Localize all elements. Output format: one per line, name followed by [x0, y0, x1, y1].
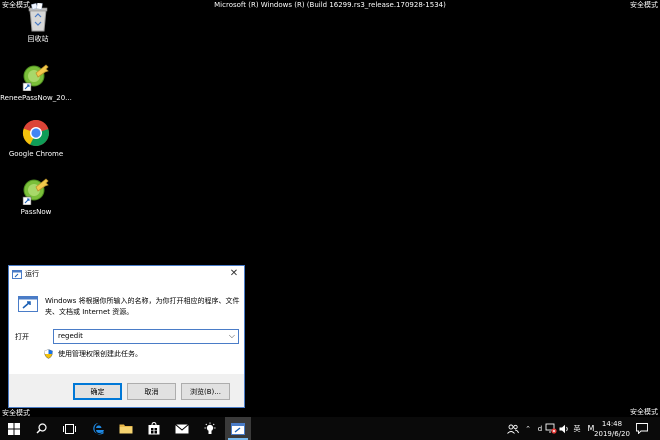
dialog-footer: 确定 取消 浏览(B)... — [9, 374, 244, 407]
run-description: Windows 将根据你所输入的名称，为你打开相应的程序、文件夹、文档或 Int… — [45, 297, 240, 316]
tray-people-button[interactable] — [506, 417, 520, 440]
task-view-button[interactable] — [56, 417, 82, 440]
browse-button[interactable]: 浏览(B)... — [181, 383, 230, 400]
taskbar-edge[interactable] — [85, 417, 111, 440]
search-icon — [36, 423, 47, 434]
network-disconnected-icon — [545, 423, 557, 434]
tray-ime-button[interactable]: 英 — [570, 417, 584, 440]
run-program-icon — [18, 296, 38, 316]
task-view-icon — [62, 423, 76, 434]
run-app-icon — [231, 422, 245, 435]
run-dialog: 运行 ✕ Windows 将根据你所输入的名称，为你打开相应的程序、文件夹、文档… — [8, 265, 245, 408]
mail-icon — [175, 423, 189, 434]
taskbar-run[interactable] — [225, 417, 251, 440]
notification-icon — [636, 423, 648, 434]
safe-mode-watermark-bottom-right: 安全模式 — [630, 408, 658, 416]
ime-label: 英 — [573, 424, 581, 433]
open-combobox[interactable]: regedit ⌵ — [53, 329, 239, 344]
passnow-key-icon — [22, 63, 50, 92]
folder-icon — [119, 423, 133, 434]
chevron-down-icon[interactable]: ⌵ — [229, 331, 235, 341]
run-dialog-title: 运行 — [25, 270, 39, 278]
chevron-up-icon: ⌃ — [525, 424, 531, 433]
taskbar-tips[interactable] — [197, 417, 223, 440]
run-app-icon — [12, 269, 22, 279]
edge-icon — [92, 422, 105, 435]
close-button[interactable]: ✕ — [228, 268, 240, 280]
taskbar-file-explorer[interactable] — [113, 417, 139, 440]
store-bag-icon — [148, 422, 160, 435]
taskbar-mail[interactable] — [169, 417, 195, 440]
desktop-icon-passnow[interactable]: PassNow — [0, 177, 74, 216]
action-center-button[interactable] — [635, 417, 649, 440]
desktop-icon-label: 回收站 — [27, 35, 49, 43]
open-label: 打开 — [15, 333, 29, 341]
build-watermark: Microsoft (R) Windows (R) (Build 16299.r… — [214, 1, 446, 9]
clock[interactable]: 14:48 2019/6/20 — [592, 419, 632, 439]
tray-volume-button[interactable] — [558, 417, 570, 440]
admin-note: 使用管理权限创建此任务。 — [44, 349, 142, 359]
uac-shield-icon — [44, 349, 53, 359]
recycle-bin-icon — [24, 2, 52, 32]
cancel-button[interactable]: 取消 — [127, 383, 176, 400]
desktop-icon-label: ReneePassNow_20... — [0, 94, 72, 102]
tray-network-button[interactable] — [544, 417, 558, 440]
tray-d-label: d — [537, 424, 543, 433]
desktop-icon-google-chrome[interactable]: Google Chrome — [0, 119, 74, 158]
lightbulb-icon — [203, 422, 217, 436]
windows-logo-icon — [8, 422, 20, 435]
taskbar-store[interactable] — [141, 417, 167, 440]
passnow-key-icon — [22, 177, 50, 206]
desktop-icon-label: PassNow — [20, 208, 52, 216]
start-button[interactable] — [1, 417, 27, 440]
clock-date: 2019/6/20 — [594, 430, 630, 438]
desktop-icon-recycle-bin[interactable]: 回收站 — [0, 2, 76, 44]
desktop-icon-reneepassnow[interactable]: ReneePassNow_20... — [0, 63, 74, 102]
volume-icon — [559, 424, 570, 434]
close-icon: ✕ — [229, 268, 239, 279]
admin-note-text: 使用管理权限创建此任务。 — [58, 350, 142, 358]
safe-mode-watermark-top-right: 安全模式 — [630, 1, 658, 9]
ok-button[interactable]: 确定 — [73, 383, 122, 400]
search-button[interactable] — [28, 417, 54, 440]
chrome-icon — [22, 119, 50, 147]
open-input[interactable]: regedit — [58, 332, 83, 340]
run-dialog-titlebar[interactable]: 运行 ✕ — [9, 266, 244, 282]
people-icon — [507, 424, 519, 434]
taskbar: ⌃ d 英 M 14:48 2019/6/20 — [0, 417, 660, 440]
tray-overflow-button[interactable]: ⌃ — [522, 417, 534, 440]
desktop-icon-label: Google Chrome — [8, 150, 64, 158]
clock-time: 14:48 — [601, 420, 623, 428]
